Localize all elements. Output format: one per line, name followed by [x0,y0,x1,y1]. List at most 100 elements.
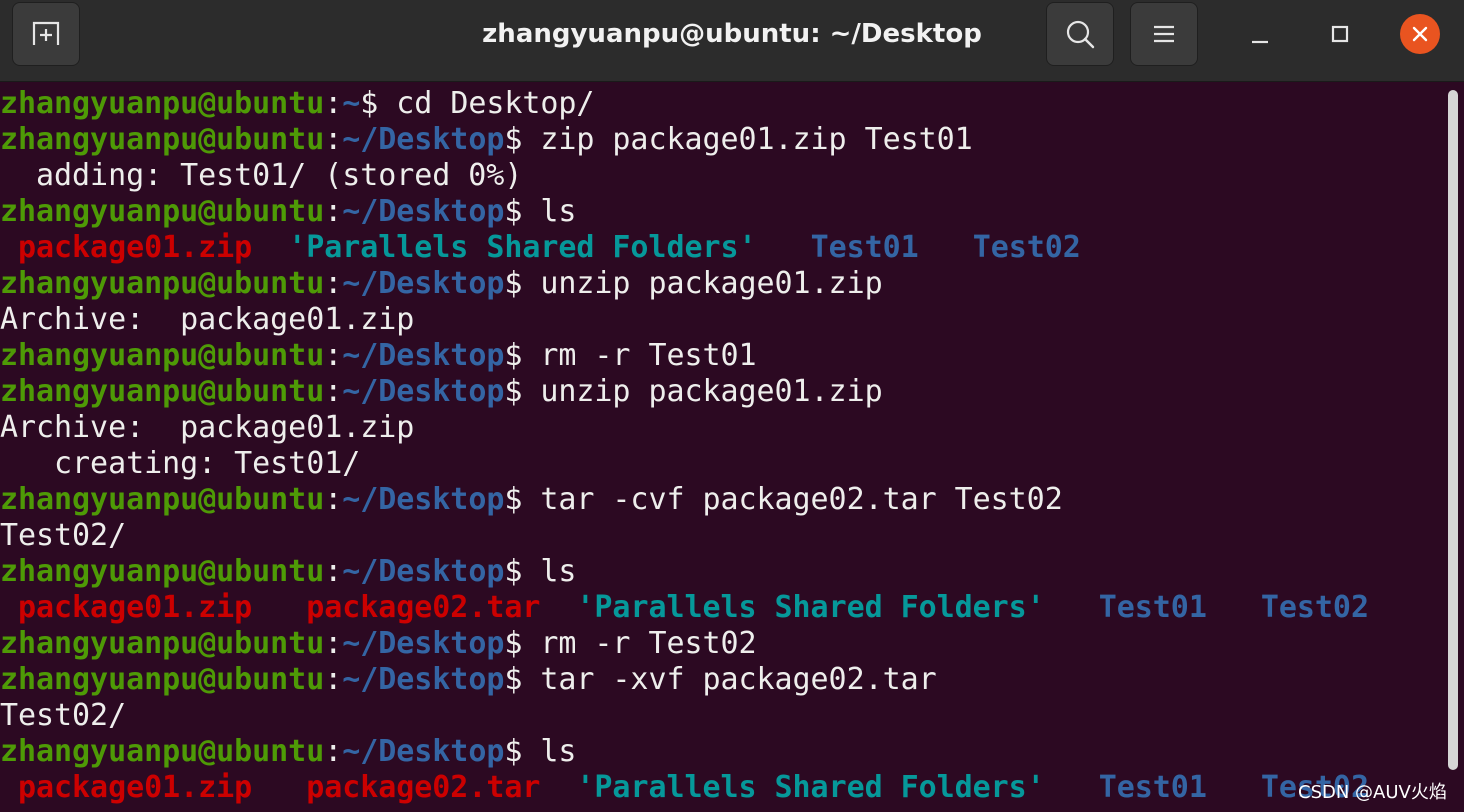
output-line: creating: Test01/ [0,446,1444,482]
prompt-colon: : [324,554,343,589]
close-button[interactable] [1400,14,1440,54]
maximize-button[interactable] [1320,14,1360,54]
ls-output-line: package01.zip package02.tar 'Parallels S… [0,770,1444,806]
new-tab-button[interactable] [12,2,80,66]
prompt-user: zhangyuanpu@ubuntu [0,338,325,373]
prompt-colon: : [324,734,343,769]
archive-file-entry: package01.zip [0,770,253,805]
directory-entry: Test01 [1098,590,1207,625]
command-text: ls [540,554,577,589]
command-text: rm -r Test01 [540,338,757,373]
command-text: ls [540,194,577,229]
prompt-user: zhangyuanpu@ubuntu [0,122,325,157]
prompt-line: zhangyuanpu@ubuntu:~/Desktop$ tar -xvf p… [0,662,1444,698]
directory-entry: Test01 [810,230,919,265]
prompt-path: ~/Desktop [342,554,505,589]
command-text: unzip package01.zip [540,266,883,301]
prompt-symbol: $ [504,554,541,589]
prompt-colon: : [324,122,343,157]
prompt-symbol: $ [504,338,541,373]
hamburger-menu-icon [1154,25,1174,43]
archive-file-entry: package02.tar [306,770,541,805]
prompt-colon: : [324,266,343,301]
terminal-window: zhangyuanpu@ubuntu: ~/Desktop zhangyuanp… [0,0,1464,812]
maximize-icon [1331,25,1349,43]
prompt-line: zhangyuanpu@ubuntu:~/Desktop$ ls [0,554,1444,590]
prompt-user: zhangyuanpu@ubuntu [0,86,325,121]
scrollbar-thumb[interactable] [1448,90,1458,770]
prompt-symbol: $ [504,662,541,697]
prompt-colon: : [324,194,343,229]
output-text: Archive: package01.zip [0,410,415,445]
directory-entry: Test02 [972,230,1081,265]
menu-button[interactable] [1130,2,1198,66]
watermark: CSDN @AUV火焰 [1298,782,1447,803]
prompt-path: ~/Desktop [342,734,505,769]
prompt-colon: : [324,626,343,661]
shared-folder-entry: 'Parallels Shared Folders' [576,590,1045,625]
output-text: Archive: package01.zip [0,302,415,337]
output-text: adding: Test01/ (stored 0%) [0,158,523,193]
prompt-path: ~/Desktop [342,662,505,697]
output-line: Test02/ [0,698,1444,734]
scrollbar[interactable] [1446,88,1464,812]
output-text: creating: Test01/ [0,446,361,481]
prompt-symbol: $ [504,122,541,157]
prompt-colon: : [324,86,343,121]
prompt-path: ~/Desktop [342,626,505,661]
prompt-user: zhangyuanpu@ubuntu [0,662,325,697]
command-text: zip package01.zip Test01 [540,122,973,157]
command-text: cd Desktop/ [396,86,595,121]
command-text: rm -r Test02 [540,626,757,661]
prompt-path: ~/Desktop [342,482,505,517]
prompt-user: zhangyuanpu@ubuntu [0,554,325,589]
prompt-colon: : [324,662,343,697]
prompt-line: zhangyuanpu@ubuntu:~/Desktop$ rm -r Test… [0,626,1444,662]
search-button[interactable] [1046,2,1114,66]
prompt-line: zhangyuanpu@ubuntu:~/Desktop$ ls [0,194,1444,230]
output-line: Test02/ [0,518,1444,554]
output-text: Test02/ [0,518,127,553]
terminal-output[interactable]: zhangyuanpu@ubuntu:~$ cd Desktop/zhangyu… [0,86,1444,812]
prompt-path: ~/Desktop [342,338,505,373]
prompt-user: zhangyuanpu@ubuntu [0,482,325,517]
ls-output-line: package01.zip 'Parallels Shared Folders'… [0,230,1444,266]
prompt-line: zhangyuanpu@ubuntu:~/Desktop$ rm -r Test… [0,338,1444,374]
prompt-user: zhangyuanpu@ubuntu [0,734,325,769]
command-text: tar -cvf package02.tar Test02 [540,482,1063,517]
prompt-symbol: $ [504,374,541,409]
prompt-colon: : [324,338,343,373]
search-icon [1066,20,1095,49]
shared-folder-entry: 'Parallels Shared Folders' [288,230,757,265]
minimize-icon [1252,40,1268,44]
close-icon [1412,26,1428,42]
new-tab-icon [32,21,60,45]
output-text: Test02/ [0,698,127,733]
prompt-colon: : [324,374,343,409]
prompt-symbol: $ [504,266,541,301]
prompt-line: zhangyuanpu@ubuntu:~/Desktop$ ls [0,734,1444,770]
prompt-path: ~/Desktop [342,122,505,157]
prompt-symbol: $ [504,194,541,229]
prompt-line: zhangyuanpu@ubuntu:~/Desktop$ tar -cvf p… [0,482,1444,518]
output-line: Archive: package01.zip [0,410,1444,446]
minimize-button[interactable] [1240,14,1280,54]
prompt-symbol: $ [360,86,397,121]
archive-file-entry: package01.zip [0,590,253,625]
archive-file-entry: package02.tar [306,590,541,625]
title-bar: zhangyuanpu@ubuntu: ~/Desktop [0,0,1464,82]
prompt-symbol: $ [504,734,541,769]
shared-folder-entry: 'Parallels Shared Folders' [576,770,1045,805]
prompt-colon: : [324,482,343,517]
command-text: tar -xvf package02.tar [540,662,937,697]
prompt-path: ~/Desktop [342,194,505,229]
prompt-line: zhangyuanpu@ubuntu:~/Desktop$ zip packag… [0,122,1444,158]
prompt-symbol: $ [504,482,541,517]
